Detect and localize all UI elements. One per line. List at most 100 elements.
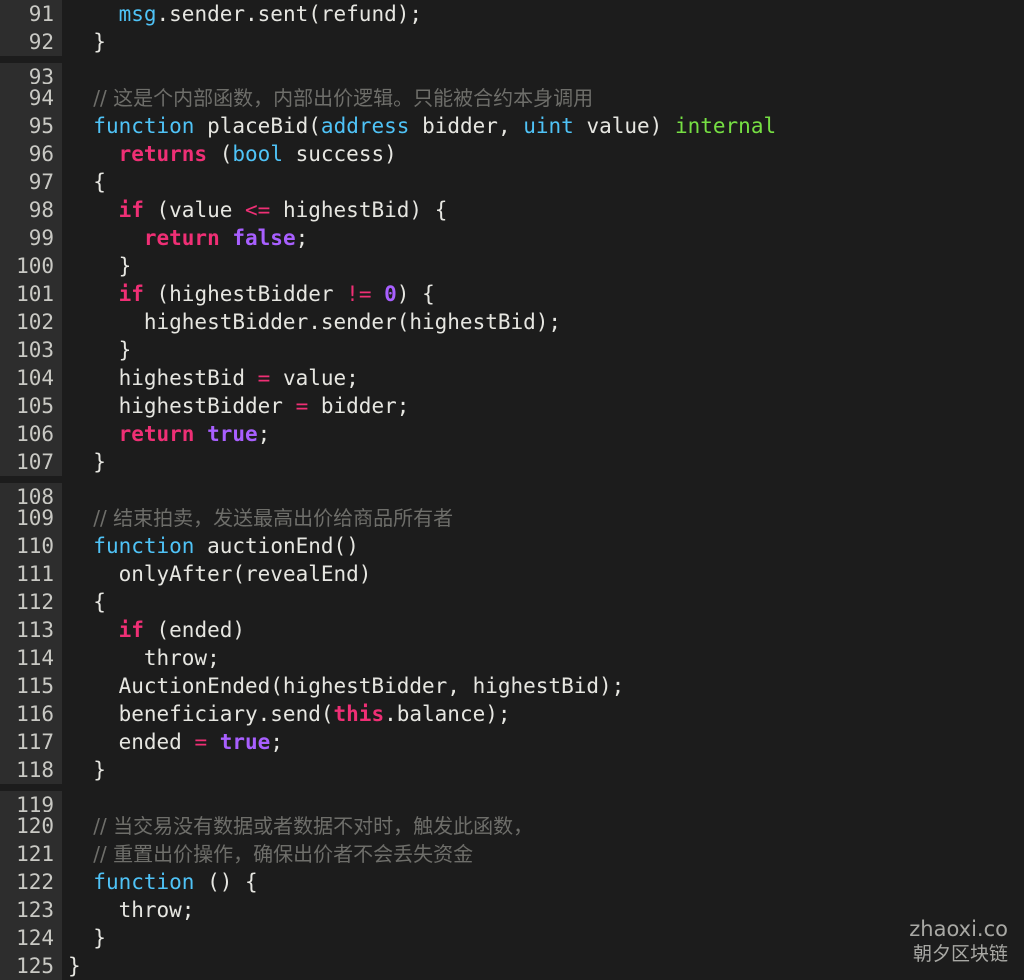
code-line[interactable]: 103 } xyxy=(0,336,1024,364)
code-text[interactable]: msg.sender.sent(refund); xyxy=(62,0,1024,28)
code-text[interactable] xyxy=(62,476,1024,504)
code-text[interactable]: } xyxy=(62,252,1024,280)
token-type: uint xyxy=(523,114,574,138)
code-text[interactable]: // 结束拍卖，发送最高出价给商品所有者 xyxy=(62,504,1024,532)
code-text[interactable]: if (value <= highestBid) { xyxy=(62,196,1024,224)
code-text[interactable]: highestBidder = bidder; xyxy=(62,392,1024,420)
code-text[interactable]: ended = true; xyxy=(62,728,1024,756)
code-line[interactable]: 111 onlyAfter(revealEnd) xyxy=(0,560,1024,588)
line-number: 120 xyxy=(0,812,62,840)
code-line[interactable]: 100 } xyxy=(0,252,1024,280)
code-line[interactable]: 121 // 重置出价操作，确保出价者不会丢失资金 xyxy=(0,840,1024,868)
code-text[interactable]: return false; xyxy=(62,224,1024,252)
code-text[interactable]: throw; xyxy=(62,644,1024,672)
code-text[interactable]: if (ended) xyxy=(62,616,1024,644)
token-default xyxy=(371,282,384,306)
code-text[interactable]: } xyxy=(62,448,1024,476)
token-literal: false xyxy=(232,226,296,250)
token-default: } xyxy=(68,338,132,362)
line-number: 110 xyxy=(0,532,62,560)
code-line[interactable]: 99 return false; xyxy=(0,224,1024,252)
code-line[interactable]: 112 { xyxy=(0,588,1024,616)
code-text[interactable]: } xyxy=(62,924,1024,952)
token-default xyxy=(68,282,119,306)
line-number: 101 xyxy=(0,280,62,308)
code-text[interactable]: function placeBid(address bidder, uint v… xyxy=(62,112,1024,140)
code-line[interactable]: 118 } xyxy=(0,756,1024,784)
code-editor[interactable]: 91 msg.sender.sent(refund); 92 } 93 94 // 这… xyxy=(0,0,1024,980)
code-line[interactable]: 107 } xyxy=(0,448,1024,476)
code-line[interactable]: 92 } xyxy=(0,28,1024,56)
token-control: return xyxy=(118,422,195,446)
code-text[interactable]: // 当交易没有数据或者数据不对时，触发此函数， xyxy=(62,812,1024,840)
line-number: 112 xyxy=(0,588,62,616)
code-line[interactable]: 101 if (highestBidder != 0) { xyxy=(0,280,1024,308)
code-text[interactable]: // 这是个内部函数，内部出价逻辑。只能被合约本身调用 xyxy=(62,84,1024,112)
code-text[interactable]: highestBid = value; xyxy=(62,364,1024,392)
code-text[interactable]: } xyxy=(62,756,1024,784)
code-line[interactable]: 120 // 当交易没有数据或者数据不对时，触发此函数， xyxy=(0,812,1024,840)
token-control: if xyxy=(118,198,144,222)
code-line[interactable]: 122 function () { xyxy=(0,868,1024,896)
line-number: 92 xyxy=(0,28,62,56)
token-default: } xyxy=(68,254,132,278)
code-line[interactable]: 96 returns (bool success) xyxy=(0,140,1024,168)
code-line[interactable]: 95 function placeBid(address bidder, uin… xyxy=(0,112,1024,140)
line-number: 104 xyxy=(0,364,62,392)
code-text[interactable]: } xyxy=(62,952,1024,980)
token-comment: // 结束拍卖，发送最高出价给商品所有者 xyxy=(93,506,454,530)
code-line[interactable]: 104 highestBid = value; xyxy=(0,364,1024,392)
code-text[interactable] xyxy=(62,56,1024,84)
code-text[interactable]: return true; xyxy=(62,420,1024,448)
code-line[interactable]: 125} xyxy=(0,952,1024,980)
code-text[interactable]: function auctionEnd() xyxy=(62,532,1024,560)
code-line[interactable]: 109 // 结束拍卖，发送最高出价给商品所有者 xyxy=(0,504,1024,532)
code-text[interactable]: } xyxy=(62,336,1024,364)
code-line[interactable]: 110 function auctionEnd() xyxy=(0,532,1024,560)
code-text[interactable]: } xyxy=(62,28,1024,56)
token-literal: true xyxy=(219,730,271,754)
code-text[interactable]: // 重置出价操作，确保出价者不会丢失资金 xyxy=(62,840,1024,868)
code-line[interactable]: 93 xyxy=(0,56,1024,91)
token-type: address xyxy=(320,114,410,138)
code-line[interactable]: 116 beneficiary.send(this.balance); xyxy=(0,700,1024,728)
code-line[interactable]: 105 highestBidder = bidder; xyxy=(0,392,1024,420)
code-text[interactable]: { xyxy=(62,588,1024,616)
code-line[interactable]: 102 highestBidder.sender(highestBid); xyxy=(0,308,1024,336)
code-text[interactable]: if (highestBidder != 0) { xyxy=(62,280,1024,308)
code-text[interactable]: onlyAfter(revealEnd) xyxy=(62,560,1024,588)
token-default: ( xyxy=(308,114,321,138)
token-default: bidder; xyxy=(308,394,410,418)
code-line[interactable]: 97 { xyxy=(0,168,1024,196)
token-default: { xyxy=(68,590,106,614)
code-line[interactable]: 115 AuctionEnded(highestBidder, highestB… xyxy=(0,672,1024,700)
token-default: () xyxy=(333,534,359,558)
code-text[interactable]: throw; xyxy=(62,896,1024,924)
code-text[interactable]: beneficiary.send(this.balance); xyxy=(62,700,1024,728)
code-line[interactable]: 108 xyxy=(0,476,1024,511)
code-lines-container[interactable]: 91 msg.sender.sent(refund); 92 } 93 94 // 这… xyxy=(0,0,1024,980)
line-number: 118 xyxy=(0,756,62,784)
code-line[interactable]: 119 xyxy=(0,784,1024,819)
code-text[interactable] xyxy=(62,784,1024,812)
code-text[interactable]: highestBidder.sender(highestBid); xyxy=(62,308,1024,336)
token-default: } xyxy=(68,926,106,950)
code-text[interactable]: AuctionEnded(highestBidder, highestBid); xyxy=(62,672,1024,700)
code-text[interactable]: returns (bool success) xyxy=(62,140,1024,168)
token-default: } xyxy=(68,954,81,978)
code-line[interactable]: 117 ended = true; xyxy=(0,728,1024,756)
code-line[interactable]: 106 return true; xyxy=(0,420,1024,448)
code-line[interactable]: 98 if (value <= highestBid) { xyxy=(0,196,1024,224)
code-line[interactable]: 91 msg.sender.sent(refund); xyxy=(0,0,1024,28)
code-line[interactable]: 124 } xyxy=(0,924,1024,952)
code-text[interactable]: { xyxy=(62,168,1024,196)
code-text[interactable]: function () { xyxy=(62,868,1024,896)
code-line[interactable]: 114 throw; xyxy=(0,644,1024,672)
code-line[interactable]: 123 throw; xyxy=(0,896,1024,924)
code-line[interactable]: 94 // 这是个内部函数，内部出价逻辑。只能被合约本身调用 xyxy=(0,84,1024,112)
token-default: ; xyxy=(295,226,309,250)
line-number: 106 xyxy=(0,420,62,448)
code-line[interactable]: 113 if (ended) xyxy=(0,616,1024,644)
token-control: this xyxy=(333,702,385,726)
token-control: returns xyxy=(118,142,208,166)
